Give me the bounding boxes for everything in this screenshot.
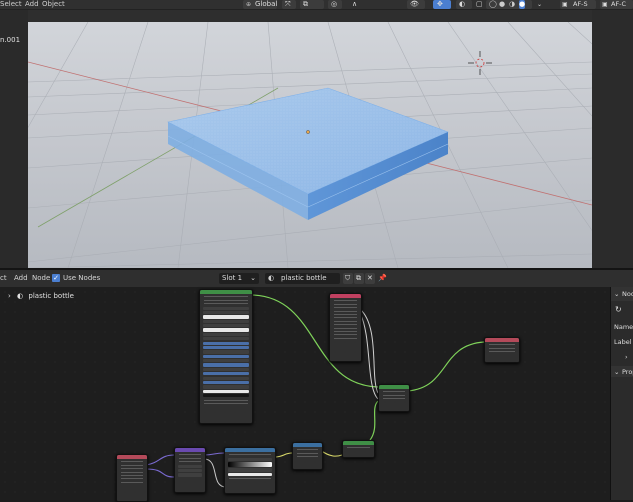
duplicate-material-button[interactable]: ⧉ [354, 273, 364, 284]
pivot-icon: ⤧ [285, 0, 291, 8]
transform-orientation-dropdown[interactable]: ⊕ Global [243, 0, 277, 9]
material-output-node[interactable] [484, 337, 520, 363]
material-name: plastic bottle [281, 274, 327, 282]
viewport-header: Select Add Object ⊕ Global ⤧ ⧉ ◎ ∧ 👁 ✥ ◐… [0, 0, 633, 10]
use-nodes-label: Use Nodes [63, 274, 101, 282]
material-selector[interactable]: ◐ plastic bottle [265, 273, 340, 284]
overlay-icon: ◐ [459, 0, 466, 8]
node-editor-header: ct Add Node ✓ Use Nodes Slot 1 ⌄ ◐ plast… [0, 270, 633, 287]
origin-point [306, 130, 310, 134]
camera-c-icon: ▣ [602, 1, 608, 8]
pin-icon[interactable]: 📌 [378, 270, 387, 287]
snap-icon: ⧉ [303, 0, 308, 8]
solid-shading-icon[interactable]: ● [499, 0, 505, 9]
mix-shader-node[interactable] [378, 384, 410, 412]
af-c-button[interactable]: ▣ AF-C [600, 0, 633, 9]
af-c-label: AF-C [611, 0, 627, 8]
active-object-label: n.001 [0, 36, 21, 44]
af-s-button[interactable]: ▣ AF-S [560, 0, 596, 9]
viewport-sidebar-strip [592, 10, 633, 268]
overlay-toggle[interactable]: ◐ [456, 0, 472, 9]
duplicate-icon: ⧉ [356, 274, 361, 282]
orientation-icon: ⊕ [246, 1, 252, 8]
proportional-icon: ◎ [331, 0, 338, 8]
properties-label: Properties [622, 368, 633, 376]
material-sphere-icon: ◐ [268, 274, 275, 282]
transparent-bsdf-node[interactable] [342, 440, 375, 458]
label-label: Label [614, 338, 632, 346]
properties-section-header[interactable]: ⌄ Properties [611, 366, 633, 377]
view-object-types-button[interactable]: 👁 [407, 0, 425, 9]
viewport-tool-header [28, 10, 592, 22]
orientation-label: Global [255, 0, 278, 8]
gizmo-icon: ✥ [437, 0, 443, 8]
node-section-label: Node [622, 290, 633, 298]
unlink-material-button[interactable]: ✕ [365, 273, 375, 284]
slot-dropdown[interactable]: Slot 1 ⌄ [219, 273, 259, 284]
node-sidebar: ⌄ Node ↻ Name Label › ⌄ Properties [610, 287, 633, 500]
fake-user-button[interactable]: ⛉ [343, 273, 353, 284]
menu-node[interactable]: Node [32, 270, 50, 287]
texture-coordinate-node[interactable] [116, 454, 148, 502]
color-ramp-node[interactable] [224, 447, 276, 494]
name-label: Name [614, 323, 633, 331]
camera-icon: ▣ [562, 1, 568, 8]
viewport-scene [28, 22, 592, 268]
3d-viewport[interactable] [28, 22, 592, 268]
menu-object[interactable]: Object [42, 0, 65, 9]
expand-chevron-icon-2[interactable]: › [625, 353, 628, 361]
snap-toggle[interactable]: ⧉ [300, 0, 324, 9]
menu-select[interactable]: Select [0, 0, 22, 9]
shading-options-chevron-icon[interactable]: ⌄ [537, 0, 542, 9]
slot-chevron-icon: ⌄ [250, 274, 256, 282]
properties-chevron-icon: ⌄ [614, 368, 620, 376]
af-s-label: AF-S [573, 0, 588, 8]
menu-add-node[interactable]: Add [14, 270, 28, 287]
converter-node[interactable] [292, 442, 323, 470]
proportional-edit-button[interactable]: ◎ [328, 0, 342, 9]
refresh-icon[interactable]: ↻ [615, 305, 622, 314]
texture-node[interactable] [329, 293, 362, 362]
gizmo-toggle[interactable]: ✥ [433, 0, 451, 9]
close-icon: ✕ [367, 274, 373, 282]
shading-mode-group: ◯ ● ◑ ● [486, 0, 532, 9]
menu-add[interactable]: Add [25, 0, 39, 9]
material-preview-icon[interactable]: ◑ [509, 0, 515, 9]
3d-cursor-icon[interactable] [468, 51, 492, 75]
use-nodes-checkbox[interactable]: ✓ [52, 274, 60, 282]
wireframe-shading-icon[interactable]: ◯ [489, 0, 497, 9]
shield-icon: ⛉ [345, 274, 351, 282]
pivot-point-button[interactable]: ⤧ [282, 0, 296, 9]
principled-bsdf-node[interactable] [199, 289, 253, 424]
slot-label: Slot 1 [222, 274, 243, 282]
falloff-icon[interactable]: ∧ [352, 0, 357, 9]
object-types-icon: 👁 [410, 0, 419, 8]
rendered-shading-icon[interactable]: ● [519, 0, 526, 9]
collapse-chevron-icon: ⌄ [614, 290, 620, 298]
menu-select-node[interactable]: ct [0, 270, 7, 287]
node-section-header[interactable]: ⌄ Node [611, 287, 633, 301]
mapping-node[interactable] [174, 447, 206, 493]
toolbar-strip [0, 10, 28, 268]
xray-icon[interactable]: ▢ [476, 0, 483, 9]
